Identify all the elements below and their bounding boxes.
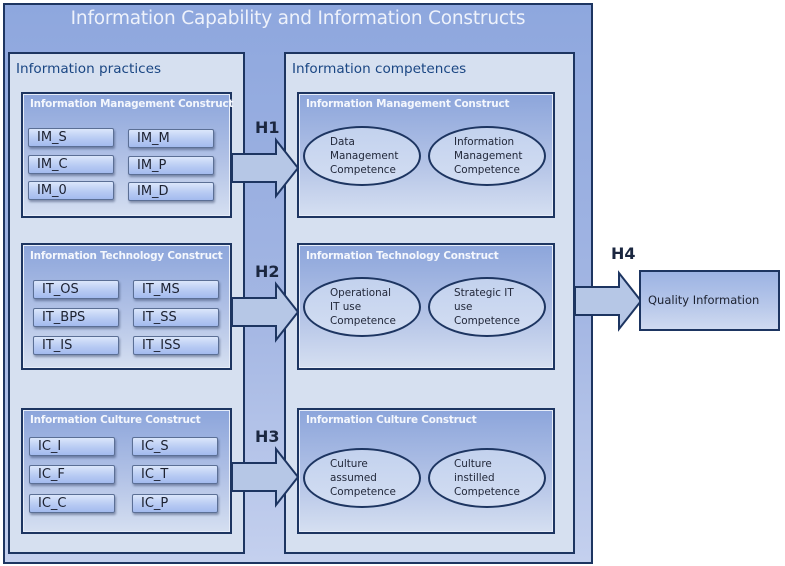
h2-arrow bbox=[231, 281, 300, 343]
indicator-it-ms: IT_MS bbox=[133, 280, 219, 299]
competences-ic-construct-title: Information Culture Construct bbox=[306, 414, 477, 426]
indicator-ic-t: IC_T bbox=[132, 465, 218, 484]
indicator-it-is: IT_IS bbox=[33, 336, 119, 355]
indicator-im-c: IM_C bbox=[28, 155, 114, 174]
indicator-ic-i: IC_I bbox=[29, 437, 115, 456]
practices-it-construct-title: Information Technology Construct bbox=[30, 250, 223, 262]
diagram-title: Information Capability and Information C… bbox=[70, 8, 526, 29]
indicator-it-bps: IT_BPS bbox=[33, 308, 119, 327]
indicator-im-m: IM_M bbox=[128, 129, 214, 148]
h1-label: H1 bbox=[255, 118, 280, 137]
h4-arrow bbox=[574, 270, 643, 332]
h3-arrow bbox=[231, 446, 300, 508]
h3-label: H3 bbox=[255, 427, 280, 446]
quality-information-box: Quality Information bbox=[639, 270, 780, 331]
indicator-ic-f: IC_F bbox=[29, 465, 115, 484]
indicator-im-d: IM_D bbox=[128, 182, 214, 201]
h4-label: H4 bbox=[611, 244, 636, 263]
indicator-im-p: IM_P bbox=[128, 156, 214, 175]
h2-label: H2 bbox=[255, 262, 280, 281]
indicator-im-s: IM_S bbox=[28, 128, 114, 147]
competences-im-construct-title: Information Management Construct bbox=[306, 98, 510, 110]
information-practices-title: Information practices bbox=[16, 61, 162, 77]
competence-strategic-it-use: Strategic IT use Competence bbox=[454, 287, 520, 327]
indicator-it-os: IT_OS bbox=[33, 280, 119, 299]
indicator-it-ss: IT_SS bbox=[133, 308, 219, 327]
information-competences-title: Information competences bbox=[292, 61, 467, 77]
practices-im-construct-title: Information Management Construct bbox=[30, 98, 234, 110]
competence-information-management: Information Management Competence bbox=[454, 136, 523, 176]
indicator-ic-c: IC_C bbox=[29, 494, 115, 513]
indicator-it-iss: IT_ISS bbox=[133, 336, 219, 355]
h1-arrow bbox=[231, 137, 300, 199]
competence-culture-instilled: Culture instilled Competence bbox=[454, 458, 520, 498]
competence-operational-it-use: Operational IT use Competence bbox=[330, 287, 396, 327]
competence-culture-assumed: Culture assumed Competence bbox=[330, 458, 396, 498]
indicator-im-0: IM_0 bbox=[28, 181, 114, 200]
competences-it-construct-title: Information Technology Construct bbox=[306, 250, 499, 262]
competence-data-management: Data Management Competence bbox=[330, 136, 399, 176]
indicator-ic-p: IC_P bbox=[132, 494, 218, 513]
indicator-ic-s: IC_S bbox=[132, 437, 218, 456]
practices-ic-construct-title: Information Culture Construct bbox=[30, 414, 201, 426]
